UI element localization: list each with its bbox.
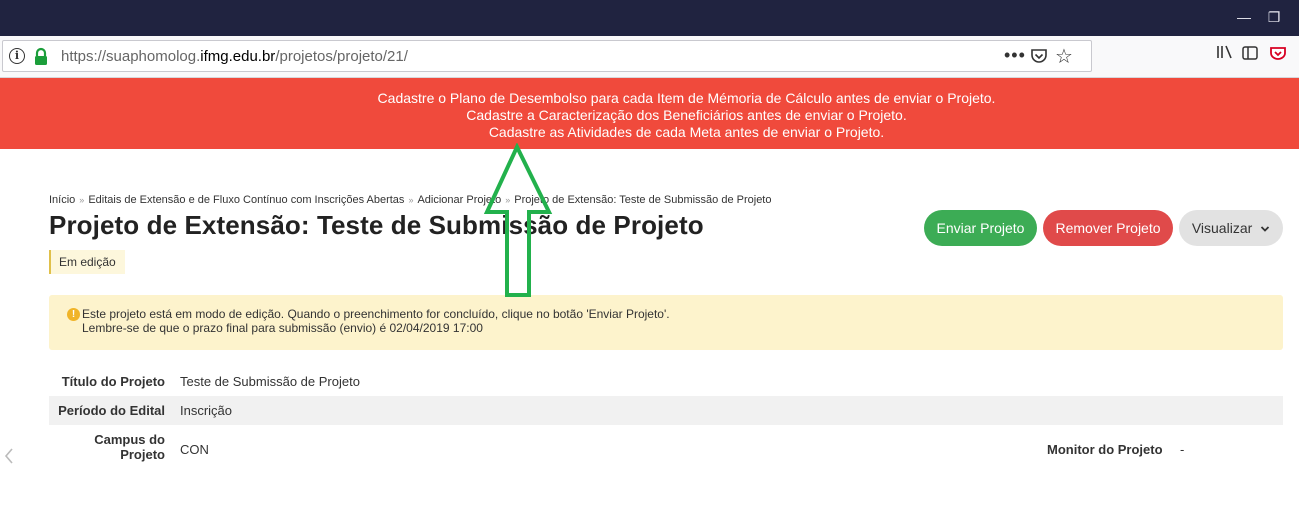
detail-label-line: Projeto	[120, 447, 165, 462]
warning-icon: !	[67, 308, 80, 321]
url-path: /projetos/projeto/21/	[275, 48, 408, 65]
detail-value: Teste de Submissão de Projeto	[180, 374, 360, 389]
status-badge: Em edição	[49, 250, 125, 274]
alert-banner: Cadastre o Plano de Desembolso para cada…	[0, 78, 1299, 149]
alert-message: Cadastre as Atividades de cada Meta ante…	[488, 124, 885, 140]
detail-row-campus: Campus do Projeto CON Monitor do Projeto …	[49, 425, 1283, 480]
url-host: ifmg.edu.br	[200, 48, 276, 65]
info-icon[interactable]: i	[9, 48, 25, 64]
notice-line: Este projeto está em modo de edição. Qua…	[82, 307, 670, 321]
breadcrumb-separator: »	[79, 195, 85, 205]
restore-button[interactable]: ❐	[1262, 6, 1286, 28]
detail-row-period: Período do Edital Inscrição	[49, 396, 1283, 425]
library-icon[interactable]	[1216, 44, 1234, 60]
chevron-down-icon	[1261, 226, 1270, 233]
detail-value: Inscrição	[180, 403, 233, 418]
detail-label: Título do Projeto	[61, 374, 165, 389]
url-prefix: https://suaphomolog.	[61, 48, 201, 65]
breadcrumb-item-editais[interactable]: Editais de Extensão e de Fluxo Contínuo …	[88, 194, 404, 206]
alert-message: Cadastre a Caracterização dos Beneficiár…	[466, 107, 907, 123]
annotation-arrow-icon	[483, 143, 553, 297]
breadcrumb-separator: »	[408, 195, 414, 205]
lock-icon[interactable]	[32, 47, 50, 67]
view-label: Visualizar	[1191, 220, 1253, 236]
detail-label: Período do Edital	[58, 403, 165, 418]
view-dropdown-button[interactable]: Visualizar	[1179, 210, 1283, 246]
chevron-left-icon[interactable]	[3, 446, 15, 466]
minimize-button[interactable]: —	[1232, 6, 1256, 28]
detail-value: CON	[180, 442, 209, 457]
breadcrumb-item-inicio[interactable]: Início	[49, 194, 75, 206]
address-bar[interactable]: i https://suaphomolog.ifmg.edu.br/projet…	[2, 40, 1092, 72]
alert-message: Cadastre o Plano de Desembolso para cada…	[377, 90, 996, 106]
detail-value: -	[1180, 442, 1185, 457]
extension-icon[interactable]	[1270, 46, 1286, 60]
bookmark-star-icon[interactable]: ☆	[1055, 44, 1073, 69]
window-titlebar: — ❐	[0, 0, 1299, 36]
page-title: Projeto de Extensão: Teste de Submissão …	[49, 210, 704, 240]
sidebar-icon[interactable]	[1242, 46, 1258, 60]
detail-label: Campus do Projeto	[94, 432, 165, 462]
remove-project-button[interactable]: Remover Projeto	[1043, 210, 1173, 246]
notice-line: Lembre-se de que o prazo final para subm…	[82, 321, 483, 335]
edit-mode-notice: ! Este projeto está em modo de edição. Q…	[49, 295, 1283, 350]
send-project-button[interactable]: Enviar Projeto	[924, 210, 1037, 246]
page-actions-icon[interactable]: •••	[1004, 45, 1026, 66]
detail-label: Monitor do Projeto	[1047, 442, 1163, 457]
browser-toolbar: i https://suaphomolog.ifmg.edu.br/projet…	[0, 36, 1299, 78]
detail-label-line: Campus do	[94, 432, 165, 447]
url-text[interactable]: https://suaphomolog.ifmg.edu.br/projetos…	[61, 48, 408, 65]
breadcrumb: Início» Editais de Extensão e de Fluxo Co…	[49, 194, 771, 206]
pocket-icon[interactable]	[1030, 47, 1048, 65]
detail-row-title: Título do Projeto Teste de Submissão de …	[49, 368, 1283, 396]
